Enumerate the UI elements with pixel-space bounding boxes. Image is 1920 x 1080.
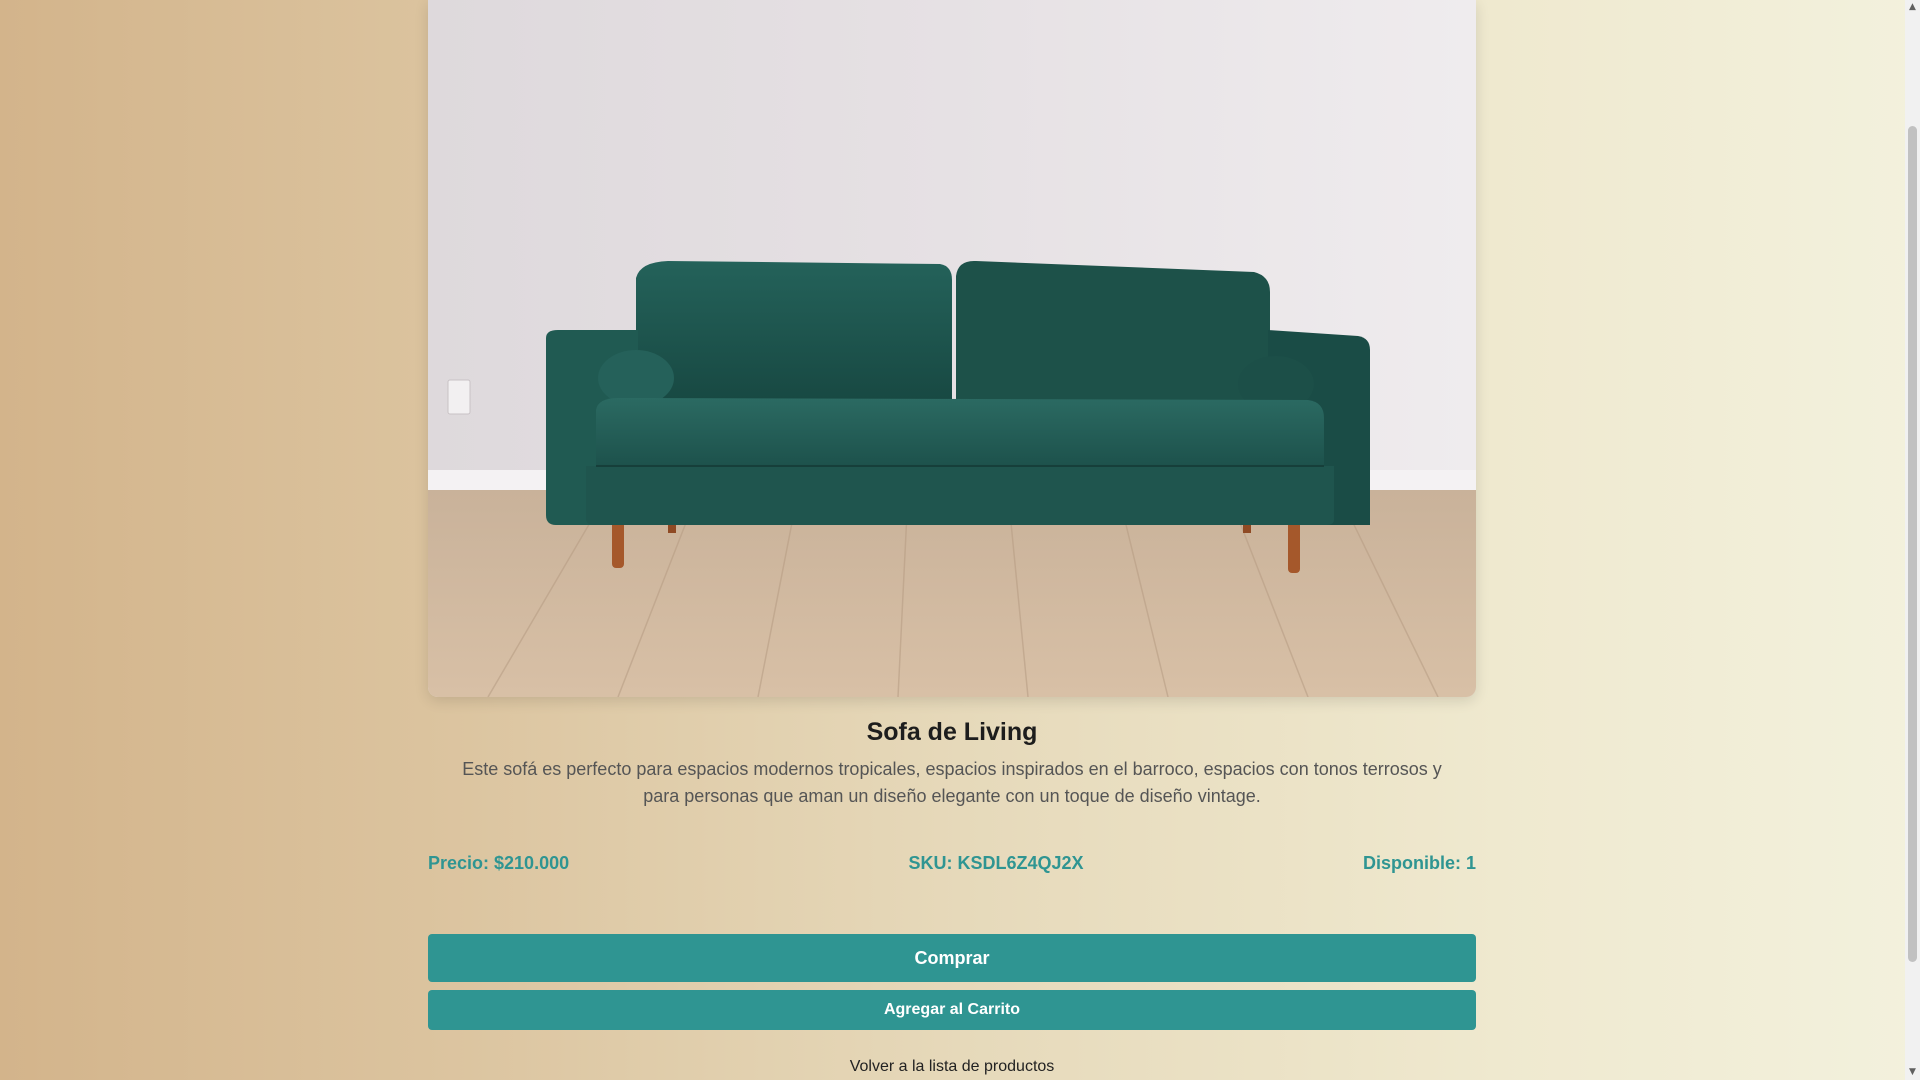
add-to-cart-button[interactable]: Agregar al Carrito (428, 990, 1476, 1030)
back-to-products-link[interactable]: Volver a la lista de productos (428, 1058, 1476, 1076)
buy-button[interactable]: Comprar (428, 934, 1476, 982)
product-image (428, 0, 1476, 697)
product-detail: Sofa de Living Este sofá es perfecto par… (428, 0, 1476, 1076)
product-price: Precio: $210.000 (428, 852, 570, 873)
scroll-up-icon[interactable]: ▲ (1905, 0, 1920, 15)
product-description: Este sofá es perfecto para espacios mode… (462, 759, 1442, 806)
product-meta: Precio: $210.000 SKU: KSDL6Z4QJ2X Dispon… (428, 850, 1476, 876)
product-sku: SKU: KSDL6Z4QJ2X (908, 852, 1084, 873)
product-stock: Disponible: 1 (1362, 852, 1476, 873)
scroll-down-icon[interactable]: ▼ (1905, 1065, 1920, 1080)
scrollbar-thumb[interactable] (1908, 126, 1917, 962)
product-title: Sofa de Living (866, 718, 1038, 746)
vertical-scrollbar[interactable]: ▲ ▼ (1905, 0, 1920, 1080)
